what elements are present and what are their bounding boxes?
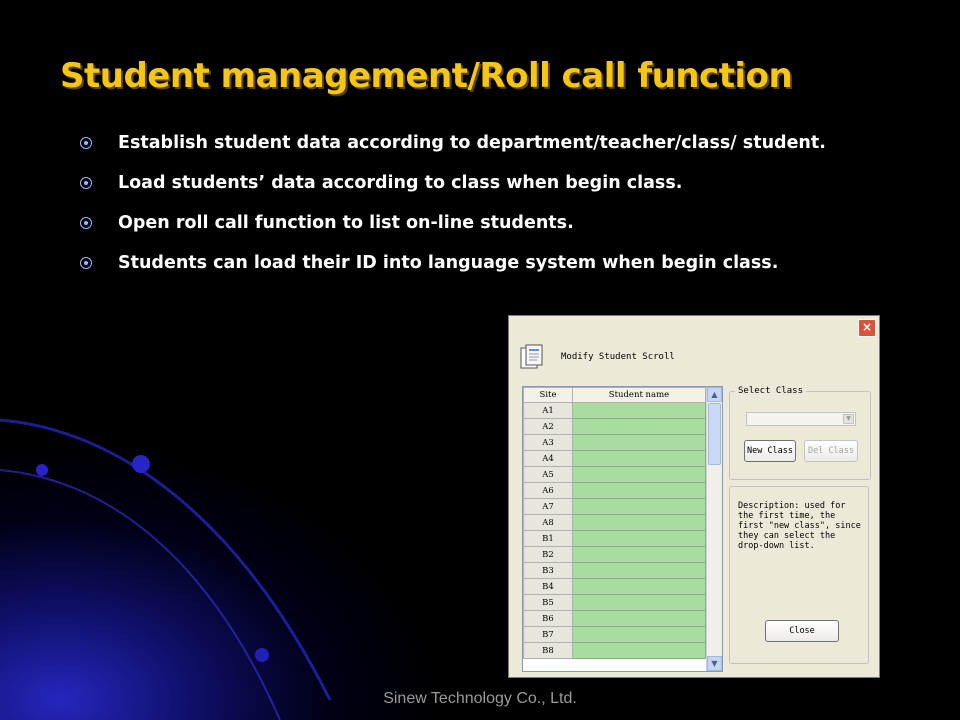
chevron-down-icon[interactable]: ▼ (843, 414, 854, 424)
bullet-text: Open roll call function to list on-line … (118, 213, 574, 233)
student-name-cell[interactable] (572, 642, 706, 659)
site-cell[interactable]: A3 (523, 434, 573, 451)
modify-student-scroll-dialog: × Modify Student Scroll Site Student nam… (508, 315, 880, 678)
bullet-circle-icon (80, 137, 92, 149)
site-cell[interactable]: B6 (523, 610, 573, 627)
slide-footer: Sinew Technology Co., Ltd. (383, 690, 577, 707)
close-button[interactable]: Close (765, 620, 839, 642)
bullet-text: Students can load their ID into language… (118, 253, 779, 273)
student-name-cell[interactable] (572, 626, 706, 643)
table-row[interactable]: A5 (523, 466, 706, 483)
bullet-text: Load students’ data according to class w… (118, 173, 683, 193)
select-class-group: Select Class ▼ New Class Del Class (729, 386, 871, 480)
site-cell[interactable]: B8 (523, 642, 573, 659)
bullet-item: Students can load their ID into language… (78, 250, 878, 277)
slide-title: Student management/Roll call function (60, 56, 793, 96)
table-row[interactable]: B8 (523, 642, 706, 659)
site-cell[interactable]: A5 (523, 466, 573, 483)
table-row[interactable]: A1 (523, 402, 706, 419)
site-cell[interactable]: B3 (523, 562, 573, 579)
student-name-cell[interactable] (572, 546, 706, 563)
table-row[interactable]: A6 (523, 482, 706, 499)
table-row[interactable]: B7 (523, 626, 706, 643)
bullet-circle-icon (80, 257, 92, 269)
student-table: Site Student name A1 A2 A3 A4 A5 A6 A7 A8 B1 B2 B3… (523, 387, 706, 659)
scroll-thumb[interactable] (708, 403, 721, 465)
table-row[interactable]: B5 (523, 594, 706, 611)
site-cell[interactable]: A7 (523, 498, 573, 515)
student-table-body: A1 A2 A3 A4 A5 A6 A7 A8 B1 B2 B3 B4 B5 B6 B7 B8 (523, 402, 706, 659)
site-cell[interactable]: A8 (523, 514, 573, 531)
student-name-cell[interactable] (572, 578, 706, 595)
table-row[interactable]: A8 (523, 514, 706, 531)
student-name-cell[interactable] (572, 594, 706, 611)
column-header-site[interactable]: Site (523, 387, 573, 403)
table-row[interactable]: B4 (523, 578, 706, 595)
vertical-scrollbar[interactable]: ▲ ▼ (706, 387, 722, 671)
table-row[interactable]: B1 (523, 530, 706, 547)
student-name-cell[interactable] (572, 514, 706, 531)
site-cell[interactable]: B7 (523, 626, 573, 643)
site-cell[interactable]: A2 (523, 418, 573, 435)
new-class-button[interactable]: New Class (744, 440, 796, 462)
table-row[interactable]: A3 (523, 434, 706, 451)
dialog-title: Modify Student Scroll (561, 352, 675, 362)
scroll-up-icon[interactable]: ▲ (707, 387, 722, 402)
bullet-circle-icon (80, 177, 92, 189)
student-name-cell[interactable] (572, 418, 706, 435)
site-cell[interactable]: B4 (523, 578, 573, 595)
bullet-circle-icon (80, 217, 92, 229)
document-icon (520, 344, 543, 369)
student-name-cell[interactable] (572, 498, 706, 515)
student-name-cell[interactable] (572, 434, 706, 451)
class-dropdown[interactable]: ▼ (746, 412, 856, 426)
bullet-list: Establish student data according to depa… (78, 130, 878, 290)
bullet-text: Establish student data according to depa… (118, 133, 826, 153)
site-cell[interactable]: B1 (523, 530, 573, 547)
student-name-cell[interactable] (572, 530, 706, 547)
student-name-cell[interactable] (572, 402, 706, 419)
bullet-item: Establish student data according to depa… (78, 130, 878, 157)
bullet-item: Open roll call function to list on-line … (78, 210, 878, 237)
table-row[interactable]: B3 (523, 562, 706, 579)
scroll-down-icon[interactable]: ▼ (707, 656, 722, 671)
table-row[interactable]: B6 (523, 610, 706, 627)
student-name-cell[interactable] (572, 482, 706, 499)
student-name-cell[interactable] (572, 450, 706, 467)
site-cell[interactable]: B5 (523, 594, 573, 611)
close-icon[interactable]: × (858, 319, 876, 337)
del-class-button[interactable]: Del Class (804, 440, 858, 462)
student-name-cell[interactable] (572, 466, 706, 483)
table-row[interactable]: A2 (523, 418, 706, 435)
bullet-item: Load students’ data according to class w… (78, 170, 878, 197)
student-name-cell[interactable] (572, 610, 706, 627)
site-cell[interactable]: B2 (523, 546, 573, 563)
student-grid[interactable]: Site Student name A1 A2 A3 A4 A5 A6 A7 A8 B1 B2 B3… (522, 386, 723, 672)
table-row[interactable]: B2 (523, 546, 706, 563)
site-cell[interactable]: A4 (523, 450, 573, 467)
site-cell[interactable]: A1 (523, 402, 573, 419)
column-header-student-name[interactable]: Student name (572, 387, 706, 403)
table-row[interactable]: A4 (523, 450, 706, 467)
site-cell[interactable]: A6 (523, 482, 573, 499)
student-name-cell[interactable] (572, 562, 706, 579)
description-text: Description: used for the first time, th… (738, 501, 861, 551)
select-class-legend: Select Class (738, 386, 804, 396)
table-row[interactable]: A7 (523, 498, 706, 515)
